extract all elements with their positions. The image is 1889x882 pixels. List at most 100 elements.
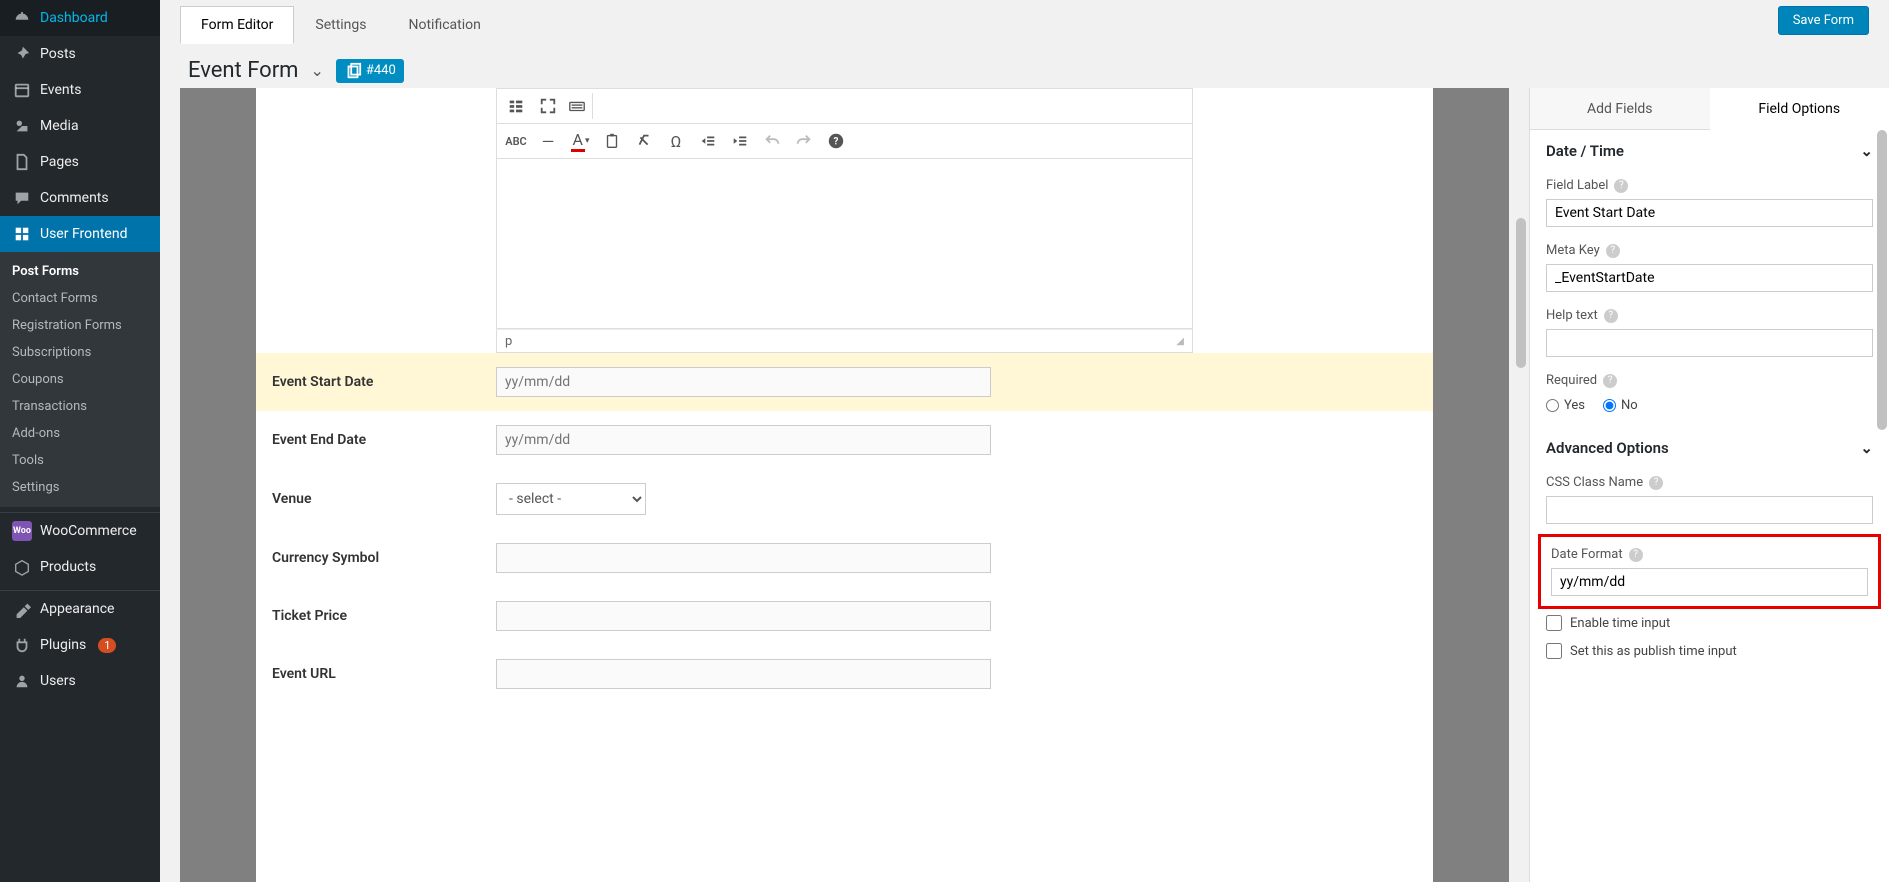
rp-required: Required? Yes No	[1530, 367, 1889, 427]
field-row-event-end-date[interactable]: Event End Date	[256, 411, 1433, 469]
sidebar-label: Appearance	[40, 601, 114, 617]
sidebar-item-user-frontend[interactable]: User Frontend	[0, 216, 160, 252]
rp-radio-yes[interactable]: Yes	[1546, 398, 1585, 413]
media-icon	[12, 116, 32, 136]
comment-icon	[12, 188, 32, 208]
submenu-contact-forms[interactable]: Contact Forms	[0, 285, 160, 312]
help-icon[interactable]: ?	[1606, 244, 1620, 258]
tab-form-editor[interactable]: Form Editor	[180, 6, 294, 44]
plugins-icon	[12, 635, 32, 655]
field-input-currency-symbol[interactable]	[496, 543, 991, 573]
submenu-settings[interactable]: Settings	[0, 474, 160, 501]
resize-handle-icon[interactable]: ◢	[1176, 336, 1184, 347]
preview-scrollbar[interactable]	[1516, 218, 1526, 368]
rp-input-meta-key[interactable]	[1546, 264, 1873, 292]
tab-notification[interactable]: Notification	[388, 6, 502, 44]
rp-section-advanced[interactable]: Advanced Options ⌄	[1530, 427, 1889, 469]
form-tabs-bar: Form Editor Settings Notification Save F…	[160, 0, 1889, 44]
rp-section-date-time[interactable]: Date / Time ⌄	[1530, 130, 1889, 172]
right-panel-scrollbar[interactable]	[1877, 130, 1887, 430]
sidebar-item-events[interactable]: Events	[0, 72, 160, 108]
sidebar-item-pages[interactable]: Pages	[0, 144, 160, 180]
field-row-event-url[interactable]: Event URL	[256, 645, 1433, 703]
field-input-event-url[interactable]	[496, 659, 991, 689]
toolbar-outdent-icon[interactable]	[695, 128, 721, 154]
form-id-badge[interactable]: #440	[336, 59, 404, 83]
rp-input-css-class[interactable]	[1546, 496, 1873, 524]
toolbar-keyboard-icon[interactable]	[567, 93, 593, 119]
rp-input-field-label[interactable]	[1546, 199, 1873, 227]
help-icon[interactable]: ?	[1629, 548, 1643, 562]
submenu-tools[interactable]: Tools	[0, 447, 160, 474]
sidebar-item-dashboard[interactable]: Dashboard	[0, 0, 160, 36]
sidebar-item-posts[interactable]: Posts	[0, 36, 160, 72]
rp-tab-add-fields[interactable]: Add Fields	[1530, 88, 1710, 130]
rp-checkbox-publish-time[interactable]	[1546, 643, 1562, 659]
field-row-ticket-price[interactable]: Ticket Price	[256, 587, 1433, 645]
content-row: ABC — A▾ Ω ?	[160, 88, 1889, 882]
toolbar-specialchar-icon[interactable]: Ω	[663, 128, 689, 154]
help-icon[interactable]: ?	[1604, 309, 1618, 323]
admin-sidebar: Dashboard Posts Events Media Pages Comme…	[0, 0, 160, 882]
field-row-event-start-date[interactable]: Event Start Date	[256, 353, 1433, 411]
toolbar-indent-icon[interactable]	[727, 128, 753, 154]
sidebar-item-woocommerce[interactable]: Woo WooCommerce	[0, 513, 160, 549]
rp-label-text: Meta Key	[1546, 243, 1600, 258]
toolbar-textcolor-icon[interactable]: A▾	[567, 128, 593, 154]
sidebar-item-media[interactable]: Media	[0, 108, 160, 144]
mce-editor-area[interactable]	[496, 159, 1193, 329]
sidebar-item-plugins[interactable]: Plugins 1	[0, 627, 160, 663]
rp-input-help-text[interactable]	[1546, 329, 1873, 357]
chevron-down-icon: ⌄	[1860, 439, 1873, 457]
save-form-button[interactable]: Save Form	[1778, 6, 1869, 35]
submenu-transactions[interactable]: Transactions	[0, 393, 160, 420]
help-icon[interactable]: ?	[1614, 179, 1628, 193]
rp-publish-time[interactable]: Set this as publish time input	[1530, 637, 1889, 665]
field-label: Ticket Price	[266, 608, 476, 624]
rp-enable-time[interactable]: Enable time input	[1530, 609, 1889, 637]
submenu-post-forms[interactable]: Post Forms	[0, 258, 160, 285]
rp-label-text: Help text	[1546, 308, 1598, 323]
toolbar-strikethrough-icon[interactable]: ABC	[503, 128, 529, 154]
sidebar-item-comments[interactable]: Comments	[0, 180, 160, 216]
toolbar-clearformat-icon[interactable]	[631, 128, 657, 154]
submenu-addons[interactable]: Add-ons	[0, 420, 160, 447]
field-row-currency-symbol[interactable]: Currency Symbol	[256, 529, 1433, 587]
submenu-subscriptions[interactable]: Subscriptions	[0, 339, 160, 366]
products-icon	[12, 557, 32, 577]
toolbar-undo-icon[interactable]	[759, 128, 785, 154]
rp-input-date-format[interactable]	[1551, 568, 1868, 596]
rp-meta-key: Meta Key?	[1530, 237, 1889, 302]
chevron-down-icon[interactable]: ⌄	[310, 61, 323, 80]
sidebar-label: Pages	[40, 154, 79, 170]
toolbar-redo-icon[interactable]	[791, 128, 817, 154]
rp-radio-no[interactable]: No	[1603, 398, 1638, 413]
sidebar-label: User Frontend	[40, 226, 127, 242]
toolbar-help-icon[interactable]: ?	[823, 128, 849, 154]
tab-settings[interactable]: Settings	[294, 6, 387, 44]
field-label: Event Start Date	[266, 374, 476, 390]
toolbar-hr-icon[interactable]: —	[535, 128, 561, 154]
sidebar-item-products[interactable]: Products	[0, 549, 160, 585]
right-panel-tabs: Add Fields Field Options	[1530, 88, 1889, 130]
field-select-venue[interactable]: - select -	[496, 483, 646, 515]
toolbar-fullscreen-icon[interactable]	[535, 93, 561, 119]
sidebar-item-users[interactable]: Users	[0, 663, 160, 699]
page-icon	[12, 152, 32, 172]
submenu-registration-forms[interactable]: Registration Forms	[0, 312, 160, 339]
help-icon[interactable]: ?	[1649, 476, 1663, 490]
field-input-event-start-date[interactable]	[496, 367, 991, 397]
form-title: Event Form	[188, 58, 298, 83]
field-row-venue[interactable]: Venue - select -	[256, 469, 1433, 529]
rp-checkbox-enable-time[interactable]	[1546, 615, 1562, 631]
submenu-coupons[interactable]: Coupons	[0, 366, 160, 393]
rp-tab-field-options[interactable]: Field Options	[1710, 88, 1889, 130]
toolbar-toolbar-toggle-icon[interactable]	[503, 93, 529, 119]
sidebar-item-appearance[interactable]: Appearance	[0, 591, 160, 627]
field-input-ticket-price[interactable]	[496, 601, 991, 631]
toolbar-paste-icon[interactable]	[599, 128, 625, 154]
help-icon[interactable]: ?	[1603, 374, 1617, 388]
mce-toolbar-row-2: ABC — A▾ Ω ?	[496, 123, 1193, 159]
field-input-event-end-date[interactable]	[496, 425, 991, 455]
field-label: Currency Symbol	[266, 550, 476, 566]
